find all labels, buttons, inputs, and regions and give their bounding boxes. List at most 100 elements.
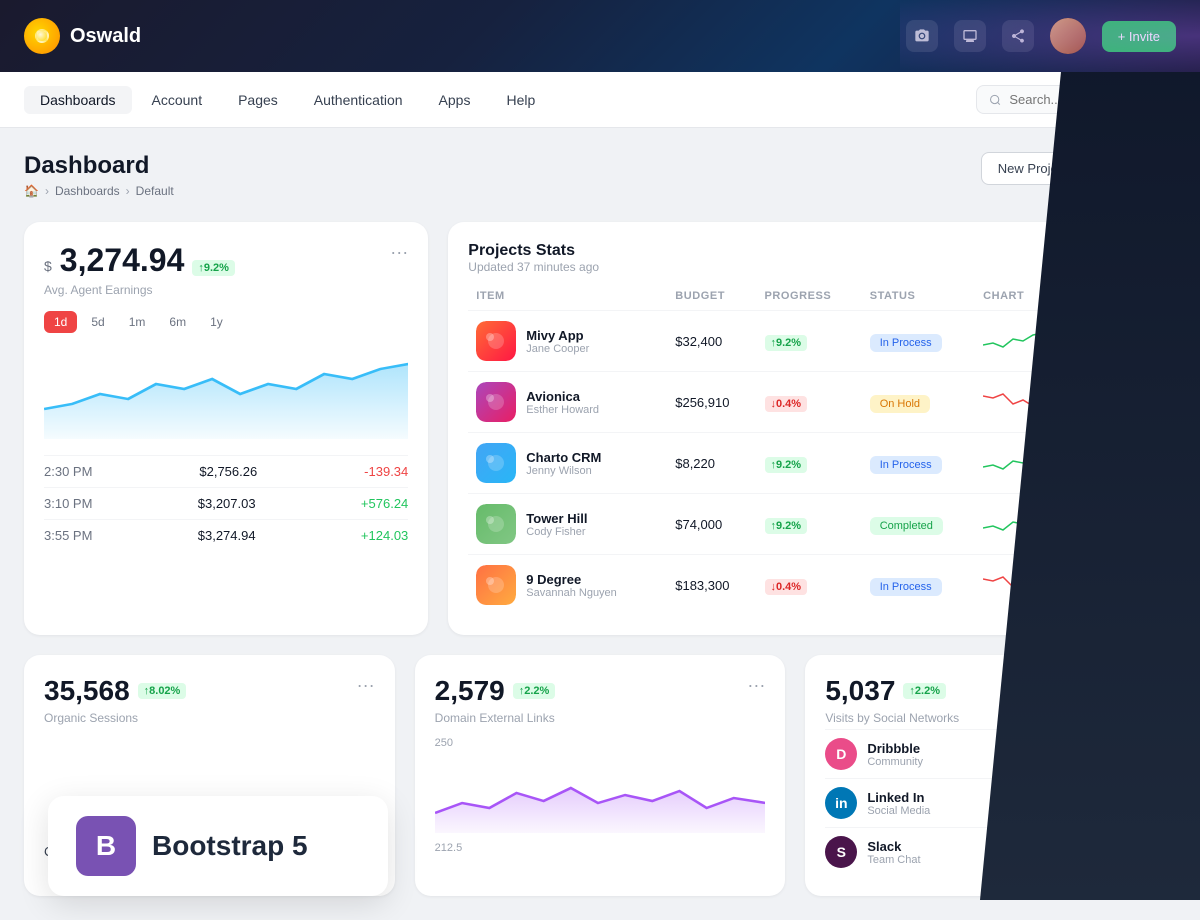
social-badge: ↑0.2% <box>1113 844 1156 860</box>
projects-updated: Updated 37 minutes ago <box>468 260 599 274</box>
organic-amount: 35,568 <box>44 675 130 707</box>
links-label: Domain External Links <box>435 711 556 725</box>
logo-icon <box>24 18 60 54</box>
project-view[interactable]: → <box>1097 311 1156 372</box>
bootstrap-text: Bootstrap 5 <box>152 830 308 862</box>
new-project-button[interactable]: New Project <box>981 152 1085 185</box>
project-view[interactable]: → <box>1097 372 1156 433</box>
project-chart <box>975 494 1097 555</box>
filter-1d[interactable]: 1d <box>44 311 77 333</box>
filter-5d[interactable]: 5d <box>81 311 114 333</box>
search-input[interactable] <box>1009 92 1163 107</box>
earnings-card: $ 3,274.94 ↑9.2% Avg. Agent Earnings ···… <box>24 222 428 635</box>
project-arrow[interactable]: → <box>1105 388 1133 416</box>
organic-sessions-card: 35,568 ↑8.02% Organic Sessions ··· Canad… <box>24 655 395 896</box>
breadcrumb: 🏠 › Dashboards › Default <box>24 184 981 198</box>
breadcrumb-default: Default <box>136 184 174 198</box>
nav-item-account[interactable]: Account <box>136 86 219 114</box>
table-row: Charto CRM Jenny Wilson $8,220 ↑9.2% In … <box>468 433 1156 494</box>
project-chart <box>975 372 1097 433</box>
nav-item-apps[interactable]: Apps <box>423 86 487 114</box>
social-networks-list: D Dribbble Community 579 ↑2.6% in Linked… <box>825 729 1156 876</box>
project-item: 9 Degree Savannah Nguyen <box>476 565 659 605</box>
search-icon <box>989 93 1001 107</box>
bottom-cards-row: 35,568 ↑8.02% Organic Sessions ··· Canad… <box>24 655 1176 896</box>
social-row: S Slack Team Chat 794 ↑0.2% <box>825 827 1156 876</box>
social-row: D Dribbble Community 579 ↑2.6% <box>825 729 1156 778</box>
projects-table: ITEM BUDGET PROGRESS STATUS CHART VIEW <box>468 290 1156 615</box>
earnings-row-2: 3:10 PM $3,207.03 +576.24 <box>44 487 408 519</box>
col-chart: CHART <box>975 290 1097 311</box>
social-amount: 5,037 <box>825 675 895 707</box>
links-amount: 2,579 <box>435 675 505 707</box>
project-name: Mivy App <box>526 328 589 343</box>
organic-menu[interactable]: ··· <box>357 675 375 696</box>
project-avatar <box>476 565 516 605</box>
social-header: 5,037 ↑2.2% <box>825 675 959 707</box>
project-progress: ↑9.2% <box>757 311 862 372</box>
search-box[interactable] <box>976 85 1176 114</box>
organic-badge: ↑8.02% <box>138 683 187 699</box>
project-budget: $183,300 <box>667 555 756 616</box>
nav-item-authentication[interactable]: Authentication <box>298 86 419 114</box>
breadcrumb-dashboards[interactable]: Dashboards <box>55 184 120 198</box>
share-icon[interactable] <box>1002 20 1034 52</box>
organic-header: 35,568 ↑8.02% <box>44 675 186 707</box>
avatar[interactable] <box>1050 18 1086 54</box>
camera-icon[interactable] <box>906 20 938 52</box>
earnings-menu[interactable]: ··· <box>390 242 408 263</box>
project-budget: $256,910 <box>667 372 756 433</box>
bootstrap-overlay: B Bootstrap 5 <box>48 796 388 896</box>
project-arrow[interactable]: → <box>1105 327 1133 355</box>
table-row: Mivy App Jane Cooper $32,400 ↑9.2% In Pr… <box>468 311 1156 372</box>
social-icon: S <box>825 836 857 868</box>
project-avatar <box>476 504 516 544</box>
project-arrow[interactable]: → <box>1105 571 1133 599</box>
project-budget: $32,400 <box>667 311 756 372</box>
social-badge: ↑2.6% <box>1113 746 1156 762</box>
nav-item-dashboards[interactable]: Dashboards <box>24 86 132 114</box>
topbar-right: + Invite <box>906 18 1176 54</box>
project-view[interactable]: → <box>1097 433 1156 494</box>
col-status: STATUS <box>862 290 975 311</box>
social-info: Dribbble Community <box>867 741 923 768</box>
project-name: Charto CRM <box>526 450 601 465</box>
nav-item-pages[interactable]: Pages <box>222 86 294 114</box>
col-view: VIEW <box>1097 290 1156 311</box>
social-menu[interactable]: ··· <box>1138 675 1156 696</box>
table-row: 9 Degree Savannah Nguyen $183,300 ↓0.4% … <box>468 555 1156 616</box>
project-budget: $74,000 <box>667 494 756 555</box>
earnings-chart <box>44 349 408 439</box>
project-progress: ↓0.4% <box>757 372 862 433</box>
monitor-icon[interactable] <box>954 20 986 52</box>
project-status: On Hold <box>862 372 975 433</box>
project-name: Avionica <box>526 389 599 404</box>
invite-button[interactable]: + Invite <box>1102 21 1176 52</box>
history-button[interactable]: History <box>1095 242 1156 266</box>
filter-1y[interactable]: 1y <box>200 311 233 333</box>
projects-card: Projects Stats Updated 37 minutes ago Hi… <box>448 222 1176 635</box>
page-title-area: Dashboard 🏠 › Dashboards › Default <box>24 152 981 198</box>
project-chart <box>975 433 1097 494</box>
nav-item-help[interactable]: Help <box>490 86 551 114</box>
social-info: Linked In Social Media <box>867 790 930 817</box>
page-content: Dashboard 🏠 › Dashboards › Default New P… <box>0 128 1200 920</box>
social-icon: D <box>825 738 857 770</box>
social-info: Slack Team Chat <box>867 839 920 866</box>
project-owner: Jane Cooper <box>526 343 589 355</box>
filter-1m[interactable]: 1m <box>119 311 156 333</box>
earnings-row-3: 3:55 PM $3,274.94 +124.03 <box>44 519 408 551</box>
project-arrow[interactable]: → <box>1105 449 1133 477</box>
reports-button[interactable]: Reports <box>1095 152 1176 185</box>
project-chart <box>975 555 1097 616</box>
social-badge: ↑2.2% <box>903 683 946 699</box>
filter-6m[interactable]: 6m <box>159 311 196 333</box>
project-arrow[interactable]: → <box>1105 510 1133 538</box>
links-badge: ↑2.2% <box>513 683 556 699</box>
project-view[interactable]: → <box>1097 494 1156 555</box>
links-menu[interactable]: ··· <box>747 675 765 696</box>
project-view[interactable]: → <box>1097 555 1156 616</box>
project-owner: Savannah Nguyen <box>526 587 617 599</box>
project-status: Completed <box>862 494 975 555</box>
table-row: Tower Hill Cody Fisher $74,000 ↑9.2% Com… <box>468 494 1156 555</box>
